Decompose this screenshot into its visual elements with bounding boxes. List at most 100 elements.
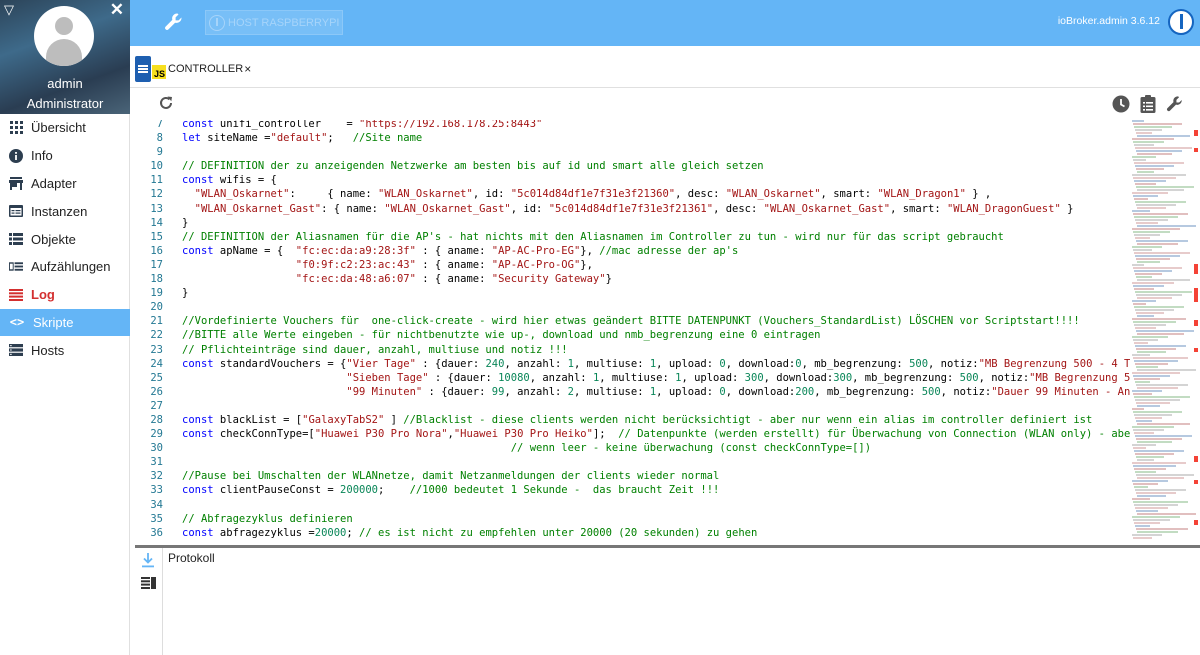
sidebar-item-hosts[interactable]: Hosts bbox=[0, 336, 130, 364]
line-code: "fc:ec:da:48:a6:07" : { aname: "Security… bbox=[295, 273, 612, 286]
js-badge-icon: JS bbox=[152, 65, 166, 79]
sidebar: ▽ ✕ admin Administrator Übersicht Info A… bbox=[0, 0, 130, 655]
line-number: 19 bbox=[150, 287, 163, 300]
tab-close-button[interactable]: × bbox=[244, 62, 251, 76]
code-line[interactable]: 7 const unifi_controller = "https://192.1… bbox=[135, 120, 1130, 131]
line-code: "WLAN_Oskarnet": { name: "WLAN_Oskarnet"… bbox=[194, 188, 992, 201]
scrollbar-marker bbox=[1194, 480, 1198, 484]
minimap-stroke bbox=[1132, 444, 1156, 446]
code-line[interactable]: 35 // Abfragezyklus definieren bbox=[135, 512, 1130, 526]
minimap-stroke bbox=[1135, 417, 1162, 419]
minimap-stroke bbox=[1133, 537, 1152, 539]
minimap-stroke bbox=[1132, 390, 1162, 392]
sidebar-item-uebersicht[interactable]: Übersicht bbox=[0, 114, 130, 142]
sidebar-item-objekte[interactable]: Objekte bbox=[0, 225, 130, 253]
code-line[interactable]: 12 "WLAN_Oskarnet": { name: "WLAN_Oskarn… bbox=[135, 187, 1130, 201]
code-line[interactable]: 17 "f0:9f:c2:23:ac:43" : { aname: "AP-AC… bbox=[135, 258, 1130, 272]
minimap-stroke bbox=[1137, 513, 1196, 515]
line-number: 20 bbox=[150, 301, 163, 314]
code-line[interactable]: 31 bbox=[135, 455, 1130, 469]
code-line[interactable]: 16 const apName = { "fc:ec:da:a9:28:3f" :… bbox=[135, 244, 1130, 258]
host-selector[interactable]: HOST RASPBERRYPI bbox=[205, 10, 343, 35]
sidebar-item-info[interactable]: Info bbox=[0, 142, 130, 170]
code-editor[interactable]: 7 const unifi_controller = "https://192.1… bbox=[135, 120, 1200, 545]
code-line[interactable]: 36 const abfragezyklus =20000; // es ist … bbox=[135, 526, 1130, 540]
reload-icon[interactable] bbox=[158, 95, 174, 116]
line-code: } bbox=[182, 216, 189, 229]
code-line[interactable]: 26 "99 Minuten" : {dauer: 99, anzahl: 2,… bbox=[135, 385, 1187, 399]
code-line[interactable]: 33 const clientPauseConst = 200000; //100… bbox=[135, 483, 1130, 497]
minimap-stroke bbox=[1137, 153, 1172, 155]
code-line[interactable]: 25 "Sieben Tage" : {dauer: 10080, anzahl… bbox=[135, 371, 1200, 385]
code-line[interactable]: 23 // Pflichteinträge sind dauer, anzahl,… bbox=[135, 343, 1130, 357]
code-line[interactable]: 29 const checkConnType=["Huawei P30 Pro N… bbox=[135, 427, 1200, 441]
minimap-stroke bbox=[1135, 399, 1180, 401]
minimap-stroke bbox=[1134, 162, 1184, 164]
code-line[interactable]: 32 //Pause bei Umschalten der WLANnetze, … bbox=[135, 469, 1130, 483]
minimap-stroke bbox=[1135, 165, 1174, 167]
line-number: 10 bbox=[150, 160, 163, 173]
settings-wrench-icon[interactable] bbox=[1166, 95, 1184, 118]
code-line[interactable]: 30 // wenn leer - keine überwachung (con… bbox=[135, 441, 1130, 455]
line-number: 23 bbox=[150, 343, 163, 356]
sidebar-nav: Übersicht Info Adapter Instanzen Objekte… bbox=[0, 114, 130, 364]
user-role: Administrator bbox=[26, 96, 104, 111]
code-line[interactable]: 24 const standardVouchers = {"Vier Tage" … bbox=[135, 357, 1168, 371]
minimap-stroke bbox=[1136, 510, 1158, 512]
code-line[interactable]: 11 const wifis = { bbox=[135, 173, 1130, 187]
code-line[interactable]: 13 "WLAN_Oskarnet_Gast": { name: "WLAN_O… bbox=[135, 202, 1130, 216]
wrench-icon[interactable] bbox=[164, 12, 184, 37]
code-line[interactable]: 14} bbox=[135, 216, 1130, 230]
minimap-stroke bbox=[1134, 252, 1190, 254]
minimap[interactable] bbox=[1130, 120, 1200, 545]
minimap-stroke bbox=[1136, 258, 1170, 260]
scroll-down-icon[interactable] bbox=[141, 552, 155, 571]
minimap-stroke bbox=[1137, 477, 1184, 479]
clipboard-icon[interactable] bbox=[1140, 95, 1156, 118]
code-line[interactable]: 18 "fc:ec:da:48:a6:07" : { aname: "Secur… bbox=[135, 272, 1130, 286]
code-line[interactable]: 21 //Vordefinierte Vouchers für one-click… bbox=[135, 314, 1130, 328]
code-line[interactable]: 34 bbox=[135, 498, 1130, 512]
minimap-stroke bbox=[1132, 534, 1162, 536]
collapse-menu-icon[interactable]: ▽ bbox=[4, 2, 14, 18]
code-line[interactable]: 28 const blackList = ["GalaxyTabS2" ] //B… bbox=[135, 413, 1130, 427]
code-line[interactable]: 8 let siteName ="default"; //Site name bbox=[135, 131, 1130, 145]
tab-controller[interactable]: JS CONTROLLER × bbox=[135, 54, 251, 84]
top-bar: HOST RASPBERRYPI ioBroker.admin 3.6.12 bbox=[130, 0, 1200, 46]
minimap-stroke bbox=[1133, 267, 1182, 269]
minimap-stroke bbox=[1133, 177, 1176, 179]
line-number: 17 bbox=[150, 258, 163, 271]
minimap-stroke bbox=[1133, 393, 1152, 395]
line-code: const apName = { "fc:ec:da:a9:28:3f" : {… bbox=[182, 244, 739, 257]
minimap-stroke bbox=[1135, 525, 1150, 527]
line-number: 32 bbox=[150, 470, 163, 483]
minimap-stroke bbox=[1133, 447, 1146, 449]
code-line[interactable]: 19} bbox=[135, 286, 1130, 300]
minimap-stroke bbox=[1137, 243, 1178, 245]
line-code: "99 Minuten" : {dauer: 99, anzahl: 2, mu… bbox=[346, 385, 1187, 398]
minimap-stroke bbox=[1135, 327, 1156, 329]
sidebar-item-log[interactable]: Log bbox=[0, 281, 130, 309]
line-code: //Vordefinierte Vouchers für one-click-c… bbox=[182, 315, 1080, 328]
minimap-stroke bbox=[1133, 285, 1164, 287]
clock-icon[interactable] bbox=[1112, 95, 1130, 118]
code-line[interactable]: 9 bbox=[135, 145, 1130, 159]
code-line[interactable]: 27 bbox=[135, 399, 1130, 413]
code-line[interactable]: 15 // DEFINITION der Aliasnamen für die A… bbox=[135, 230, 1130, 244]
code-line[interactable]: 10 // DEFINITION der zu anzeigenden Netzw… bbox=[135, 159, 1130, 173]
sidebar-item-adapter[interactable]: Adapter bbox=[0, 170, 130, 198]
code-area[interactable]: 7 const unifi_controller = "https://192.1… bbox=[135, 120, 1200, 540]
minimap-stroke bbox=[1135, 273, 1162, 275]
sidebar-item-instanzen[interactable]: Instanzen bbox=[0, 197, 130, 225]
code-line[interactable]: 22 //BITTE alle Werte eingeben - für nich… bbox=[135, 328, 1130, 342]
log-list-icon[interactable] bbox=[141, 576, 156, 594]
line-number: 30 bbox=[150, 442, 163, 455]
enums-icon bbox=[9, 260, 23, 274]
sidebar-item-skripte[interactable]: <> Skripte bbox=[0, 308, 130, 337]
sidebar-item-aufzaehlungen[interactable]: Aufzählungen bbox=[0, 253, 130, 281]
minimap-stroke bbox=[1134, 270, 1172, 272]
close-icon[interactable]: ✕ bbox=[110, 0, 124, 20]
minimap-stroke bbox=[1134, 234, 1160, 236]
line-number: 33 bbox=[150, 484, 163, 497]
code-line[interactable]: 20 bbox=[135, 300, 1130, 314]
